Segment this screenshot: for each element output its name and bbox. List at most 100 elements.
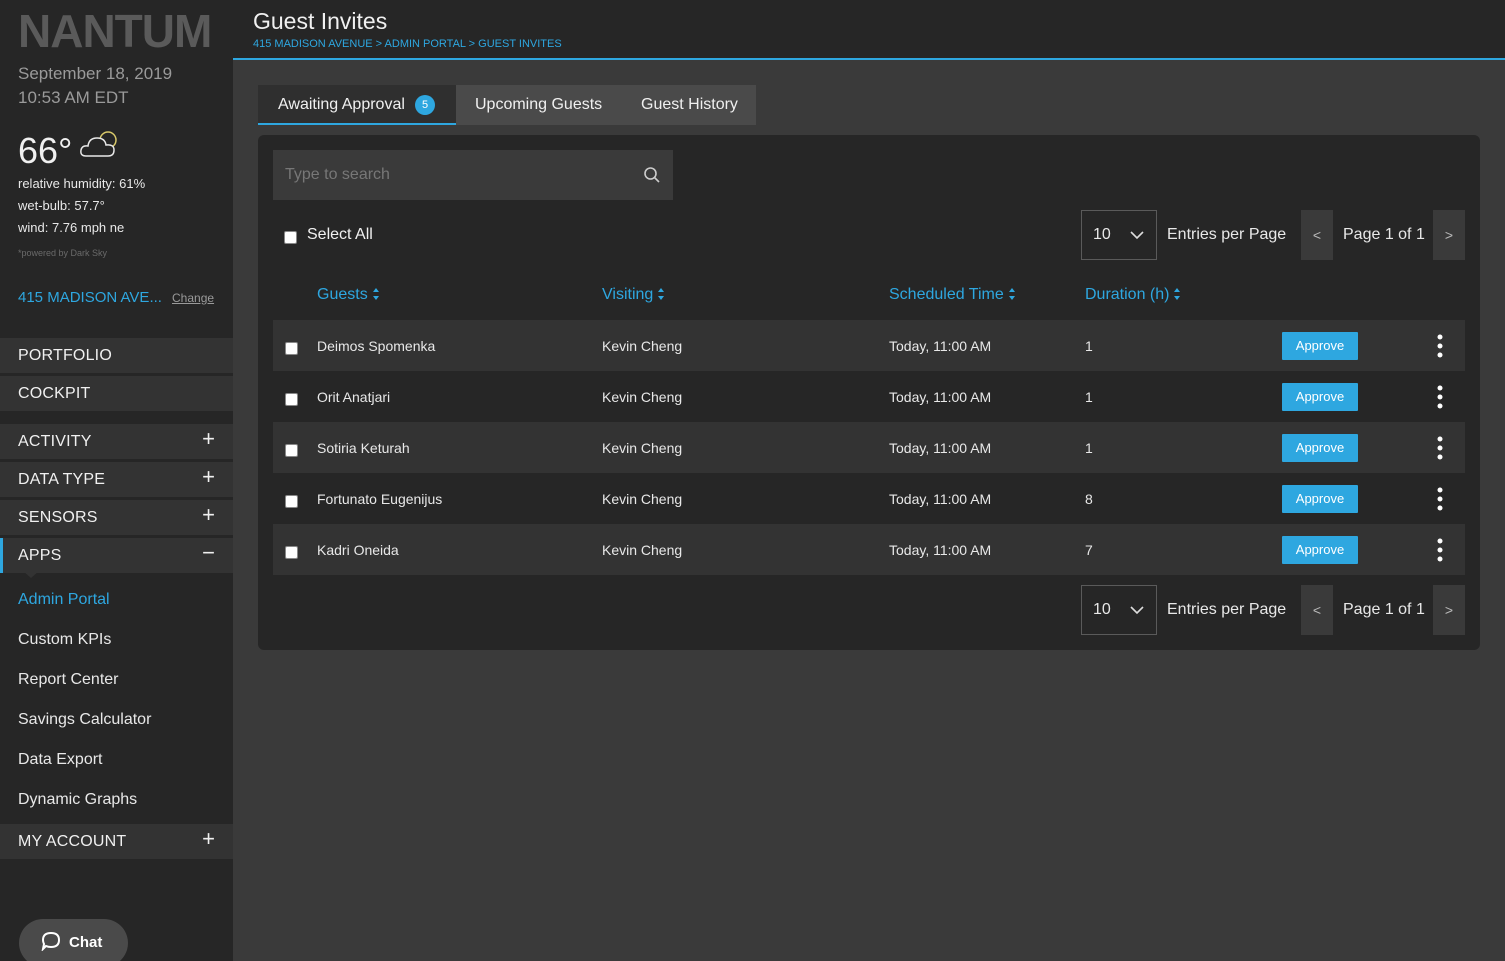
nantum-logo[interactable]: NANTUM <box>18 10 213 50</box>
more-options-icon[interactable] <box>1436 537 1444 563</box>
table-row[interactable]: Kadri Oneida Kevin Cheng Today, 11:00 AM… <box>273 524 1465 575</box>
select-all-checkbox[interactable] <box>284 231 297 244</box>
approve-button[interactable]: Approve <box>1282 536 1358 564</box>
entries-per-page-label: Entries per Page <box>1167 601 1287 618</box>
cloud-sun-icon <box>80 131 117 157</box>
row-checkbox[interactable] <box>285 495 298 508</box>
guest-name: Sotiria Keturah <box>317 440 410 456</box>
date-text: September 18, 2019 <box>18 64 173 83</box>
more-options-icon[interactable] <box>1436 435 1444 461</box>
nav-label: PORTFOLIO <box>18 347 112 364</box>
powered-by[interactable]: *powered by Dark Sky <box>18 248 107 258</box>
change-building-link[interactable]: Change <box>172 291 214 305</box>
tab-label: Upcoming Guests <box>475 96 603 113</box>
col-header-scheduled-time[interactable]: Scheduled Time <box>889 286 1016 304</box>
entries-per-page-select[interactable]: 10 <box>1081 210 1157 260</box>
entries-value: 10 <box>1093 601 1111 618</box>
select-all-label: Select All <box>307 226 373 243</box>
visiting-host: Kevin Cheng <box>602 542 683 558</box>
col-header-visiting[interactable]: Visiting <box>602 286 665 304</box>
chat-bubble-icon <box>41 931 61 951</box>
table-row[interactable]: Fortunato Eugenijus Kevin Cheng Today, 1… <box>273 473 1465 524</box>
nav-activity[interactable]: ACTIVITY + <box>0 424 233 459</box>
sort-icon <box>1174 288 1181 300</box>
entries-per-page-select[interactable]: 10 <box>1081 585 1157 635</box>
row-checkbox[interactable] <box>285 546 298 559</box>
page-header: Guest Invites 415 MADISON AVENUE > ADMIN… <box>233 0 1505 60</box>
nav-my-account[interactable]: MY ACCOUNT + <box>0 824 233 859</box>
search-icon[interactable] <box>643 166 661 184</box>
row-checkbox[interactable] <box>285 444 298 457</box>
more-options-icon[interactable] <box>1436 384 1444 410</box>
approve-button[interactable]: Approve <box>1282 485 1358 513</box>
collapse-icon[interactable]: − <box>202 542 215 564</box>
chat-label: Chat <box>69 934 103 951</box>
scheduled-time: Today, 11:00 AM <box>889 440 992 456</box>
nav-sensors[interactable]: SENSORS + <box>0 500 233 535</box>
apps-item-custom-kpis[interactable]: Custom KPIs <box>18 631 111 649</box>
nav-apps[interactable]: APPS − <box>0 538 233 573</box>
page-indicator: Page 1 of 1 <box>1343 601 1425 618</box>
prev-page-button[interactable]: < <box>1301 210 1333 260</box>
visiting-host: Kevin Cheng <box>602 491 683 507</box>
prev-page-button[interactable]: < <box>1301 585 1333 635</box>
scheduled-time: Today, 11:00 AM <box>889 389 992 405</box>
apps-item-data-export[interactable]: Data Export <box>18 751 102 769</box>
nav-label: MY ACCOUNT <box>18 833 127 850</box>
table-row[interactable]: Orit Anatjari Kevin Cheng Today, 11:00 A… <box>273 371 1465 422</box>
tab-upcoming-guests[interactable]: Upcoming Guests <box>456 85 621 125</box>
wet-bulb: wet-bulb: 57.7° <box>18 198 105 213</box>
table-row[interactable]: Deimos Spomenka Kevin Cheng Today, 11:00… <box>273 320 1465 371</box>
row-checkbox[interactable] <box>285 393 298 406</box>
nav-cockpit[interactable]: COCKPIT <box>0 376 233 411</box>
nav-label: ACTIVITY <box>18 433 92 450</box>
next-page-button[interactable]: > <box>1433 585 1465 635</box>
more-options-icon[interactable] <box>1436 486 1444 512</box>
scheduled-time: Today, 11:00 AM <box>889 542 992 558</box>
nav-portfolio[interactable]: PORTFOLIO <box>0 338 233 373</box>
row-checkbox[interactable] <box>285 342 298 355</box>
next-page-button[interactable]: > <box>1433 210 1465 260</box>
expand-icon[interactable]: + <box>202 828 215 850</box>
nav-data-type[interactable]: DATA TYPE + <box>0 462 233 497</box>
current-date: September 18, 2019 10:53 AM EDT <box>18 62 172 110</box>
expand-icon[interactable]: + <box>202 428 215 450</box>
nav-label: SENSORS <box>18 509 98 526</box>
page-indicator: Page 1 of 1 <box>1343 226 1425 243</box>
tab-guest-history[interactable]: Guest History <box>621 85 756 125</box>
chevron-down-icon <box>1130 606 1144 615</box>
sort-icon <box>658 288 665 300</box>
apps-item-admin-portal[interactable]: Admin Portal <box>18 591 110 609</box>
chat-button[interactable]: Chat <box>19 919 128 961</box>
page-title: Guest Invites <box>253 8 388 34</box>
approve-button[interactable]: Approve <box>1282 434 1358 462</box>
visiting-host: Kevin Cheng <box>602 338 683 354</box>
guest-name: Kadri Oneida <box>317 542 399 558</box>
svg-text:NANTUM: NANTUM <box>18 10 211 50</box>
sort-icon <box>372 288 379 300</box>
duration: 1 <box>1085 440 1093 456</box>
search-input[interactable] <box>273 150 633 200</box>
expand-icon[interactable]: + <box>202 466 215 488</box>
col-header-guests[interactable]: Guests <box>317 286 380 304</box>
col-header-duration[interactable]: Duration (h) <box>1085 286 1181 304</box>
entries-per-page-label: Entries per Page <box>1167 226 1287 243</box>
scheduled-time: Today, 11:00 AM <box>889 491 992 507</box>
tab-awaiting-approval[interactable]: Awaiting Approval 5 <box>258 85 456 125</box>
duration: 8 <box>1085 491 1093 507</box>
breadcrumb[interactable]: 415 MADISON AVENUE > ADMIN PORTAL > GUES… <box>253 38 562 50</box>
approve-button[interactable]: Approve <box>1282 332 1358 360</box>
table-row[interactable]: Sotiria Keturah Kevin Cheng Today, 11:00… <box>273 422 1465 473</box>
approve-button[interactable]: Approve <box>1282 383 1358 411</box>
expand-icon[interactable]: + <box>202 504 215 526</box>
chevron-down-icon <box>1130 231 1144 240</box>
col-header-label: Visiting <box>602 286 654 303</box>
tab-label: Awaiting Approval <box>278 96 405 113</box>
nav-label: DATA TYPE <box>18 471 106 488</box>
apps-item-savings-calculator[interactable]: Savings Calculator <box>18 711 151 729</box>
apps-item-dynamic-graphs[interactable]: Dynamic Graphs <box>18 791 137 809</box>
apps-item-report-center[interactable]: Report Center <box>18 671 119 689</box>
nav-label: APPS <box>18 547 62 564</box>
more-options-icon[interactable] <box>1436 333 1444 359</box>
nav-label: COCKPIT <box>18 385 91 402</box>
